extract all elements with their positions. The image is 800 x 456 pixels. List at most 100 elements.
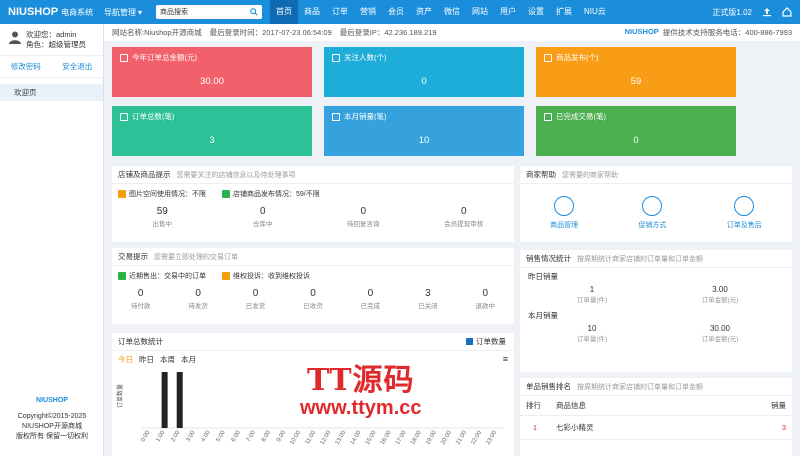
watermark-url: www.ttym.cc — [300, 397, 422, 419]
card-value: 0 — [633, 135, 639, 146]
card-followers[interactable]: 关注人数(个) 0 — [324, 47, 524, 97]
stat-refunding[interactable]: 0 退款中 — [457, 288, 514, 310]
table-header: 排行 商品信息 销量 — [520, 396, 792, 416]
menu-item-settings[interactable]: 设置 — [522, 0, 550, 24]
menu-item-niu-cloud[interactable]: NIU云 — [578, 0, 612, 24]
stat-pending-consult[interactable]: 0 待回复咨询 — [313, 206, 414, 228]
chart-bar[interactable] — [161, 372, 168, 428]
panel-subtitle: 您需要立即处理的交易订单 — [154, 253, 238, 261]
chart-bar[interactable] — [176, 372, 183, 428]
logo-text: NIUSHOP — [8, 6, 59, 18]
stat-closed[interactable]: 3 已关闭 — [399, 288, 456, 310]
menu-item-goods[interactable]: 商品 — [298, 0, 326, 24]
help-label: 商品管理 — [550, 222, 579, 229]
nav-manage-dropdown[interactable]: 导航管理 ▾ — [104, 7, 156, 18]
x-tick-label: 3:00 — [185, 429, 196, 443]
search-input[interactable]: 商品搜索 — [156, 5, 262, 19]
search-placeholder: 商品搜索 — [160, 9, 188, 16]
order-icon — [118, 272, 126, 280]
chart-legend[interactable]: 订单数量 — [466, 336, 506, 347]
count-label: 订单量(件) — [576, 336, 608, 343]
menu-item-members[interactable]: 会员 — [382, 0, 410, 24]
search-icon[interactable] — [250, 8, 258, 16]
support-info: NIUSHOP 提供技术支持服务电话：400-886-7993 — [625, 27, 792, 38]
x-tick-label: 9:00 — [276, 429, 287, 443]
panel-subtitle: 按周期统计商家店铺的订单量和订单金额 — [577, 383, 703, 391]
home-icon[interactable] — [782, 7, 792, 17]
stat-pending-ship[interactable]: 0 待发货 — [169, 288, 226, 310]
stat-received[interactable]: 0 已收货 — [284, 288, 341, 310]
help-label: 促销方式 — [638, 222, 667, 229]
stat-shipped[interactable]: 0 已发货 — [227, 288, 284, 310]
card-goods-published[interactable]: 商品发布(个) 59 — [536, 47, 736, 97]
help-promotion[interactable]: 促销方式 — [638, 196, 666, 230]
menu-item-marketing[interactable]: 营销 — [354, 0, 382, 24]
edit-password-button[interactable]: 修改密码 — [11, 56, 41, 77]
tab-this-month[interactable]: 本月 — [181, 354, 196, 365]
x-tick-label: 7:00 — [246, 429, 257, 443]
card-completed-trades[interactable]: 已完成交易(笔) 0 — [536, 106, 736, 156]
help-after-sale[interactable]: 订单及售后 — [727, 196, 762, 230]
help-goods-manage[interactable]: 商品管理 — [550, 196, 578, 230]
card-year-order-amount[interactable]: 今年订单总金额(元) 30.00 — [112, 47, 312, 97]
complaint-tag: 维权投诉：收到维权投诉 — [233, 273, 310, 280]
footer-logo: NIUSHOP — [36, 397, 68, 404]
menu-item-orders[interactable]: 订单 — [326, 0, 354, 24]
trade-tips-panel: 交易提示 您需要立即处理的交易订单 近期售出：交易中的订单 维权投诉：收到维权投诉… — [112, 248, 514, 324]
stat-number: 0 — [259, 206, 266, 217]
menu-item-extensions[interactable]: 扩展 — [550, 0, 578, 24]
stat-withdraw-review[interactable]: 0 会员提现审核 — [414, 206, 515, 228]
panel-subtitle: 您需要关注的店铺信息以及待处理事项 — [176, 171, 296, 179]
merchant-help-panel: 商家帮助 您需要的商家帮助 商品管理 促销方式 订单及售后 — [520, 166, 792, 242]
stat-warehouse[interactable]: 0 仓库中 — [213, 206, 314, 228]
menu-icon[interactable]: ≡ — [503, 354, 508, 365]
tab-this-week[interactable]: 本周 — [160, 354, 175, 365]
menu-item-website[interactable]: 网站 — [466, 0, 494, 24]
x-tick-label: 5:00 — [216, 429, 227, 443]
last-login-ip: 最后登录IP：42.236.189.219 — [339, 28, 437, 37]
table-row[interactable]: 1 七彩小精灵 3 — [520, 415, 792, 440]
stat-number: 0 — [252, 288, 259, 299]
menu-item-wechat[interactable]: 微信 — [438, 0, 466, 24]
support-brand: NIUSHOP — [624, 27, 659, 36]
stat-pending-pay[interactable]: 0 待付款 — [112, 288, 169, 310]
stat-label: 已收货 — [303, 303, 323, 310]
logo[interactable]: NIUSHOP 电商系统 — [0, 6, 104, 18]
panel-title: 订单总数统计 — [118, 337, 163, 346]
stat-label: 仓库中 — [253, 221, 273, 228]
x-tick-label: 17:00 — [395, 429, 408, 446]
menu-item-assets[interactable]: 资产 — [410, 0, 438, 24]
sales-qty: 3 — [706, 415, 792, 440]
card-value: 0 — [421, 76, 427, 87]
menu-item-users[interactable]: 用户 — [494, 0, 522, 24]
card-order-total[interactable]: 订单总数(笔) 3 — [112, 106, 312, 156]
x-tick-label: 1:00 — [155, 429, 166, 443]
sidebar-item-welcome[interactable]: 欢迎页 — [0, 84, 103, 101]
menu-item-home[interactable]: 首页 — [270, 0, 298, 24]
stat-completed[interactable]: 0 已完成 — [342, 288, 399, 310]
stat-label: 退款中 — [475, 303, 495, 310]
logout-button[interactable]: 安全退出 — [62, 56, 92, 77]
stat-on-sale[interactable]: 59 出售中 — [112, 206, 213, 228]
upload-icon[interactable] — [762, 7, 772, 17]
tab-yesterday[interactable]: 昨日 — [139, 354, 154, 365]
info-bar: 网站名称:Niushop开源商城 最后登录时间：2017-07-23 06:54… — [104, 24, 800, 41]
rank-table: 排行 商品信息 销量 1 七彩小精灵 3 — [520, 396, 792, 440]
nav-manage-label: 导航管理 — [104, 7, 136, 17]
top-right-tools: 正式版1.02 — [712, 7, 800, 18]
card-title: 已完成交易(笔) — [556, 112, 606, 121]
card-month-sales[interactable]: 本月销量(笔) 10 — [324, 106, 524, 156]
x-tick-label: 11:00 — [305, 429, 318, 445]
card-title: 本月销量(笔) — [344, 112, 387, 121]
x-tick-label: 4:00 — [201, 429, 212, 443]
welcome-text: 欢迎您：admin — [26, 30, 77, 39]
product-rank-panel: 单品销售排名 按周期统计商家店铺的订单量和订单金额 排行 商品信息 销量 1 七彩… — [520, 378, 792, 456]
tab-today[interactable]: 今日 — [118, 354, 133, 365]
copyright-text: Copyright©2015-2025 — [17, 413, 87, 420]
card-title: 订单总数(笔) — [132, 112, 175, 121]
stat-number: 59 — [156, 206, 168, 217]
image-icon — [118, 190, 126, 198]
card-icon — [544, 53, 552, 62]
panel-subtitle: 按周期统计商家店铺的订单量和订单金额 — [577, 255, 703, 263]
role-text: 角色：超级管理员 — [26, 40, 86, 49]
